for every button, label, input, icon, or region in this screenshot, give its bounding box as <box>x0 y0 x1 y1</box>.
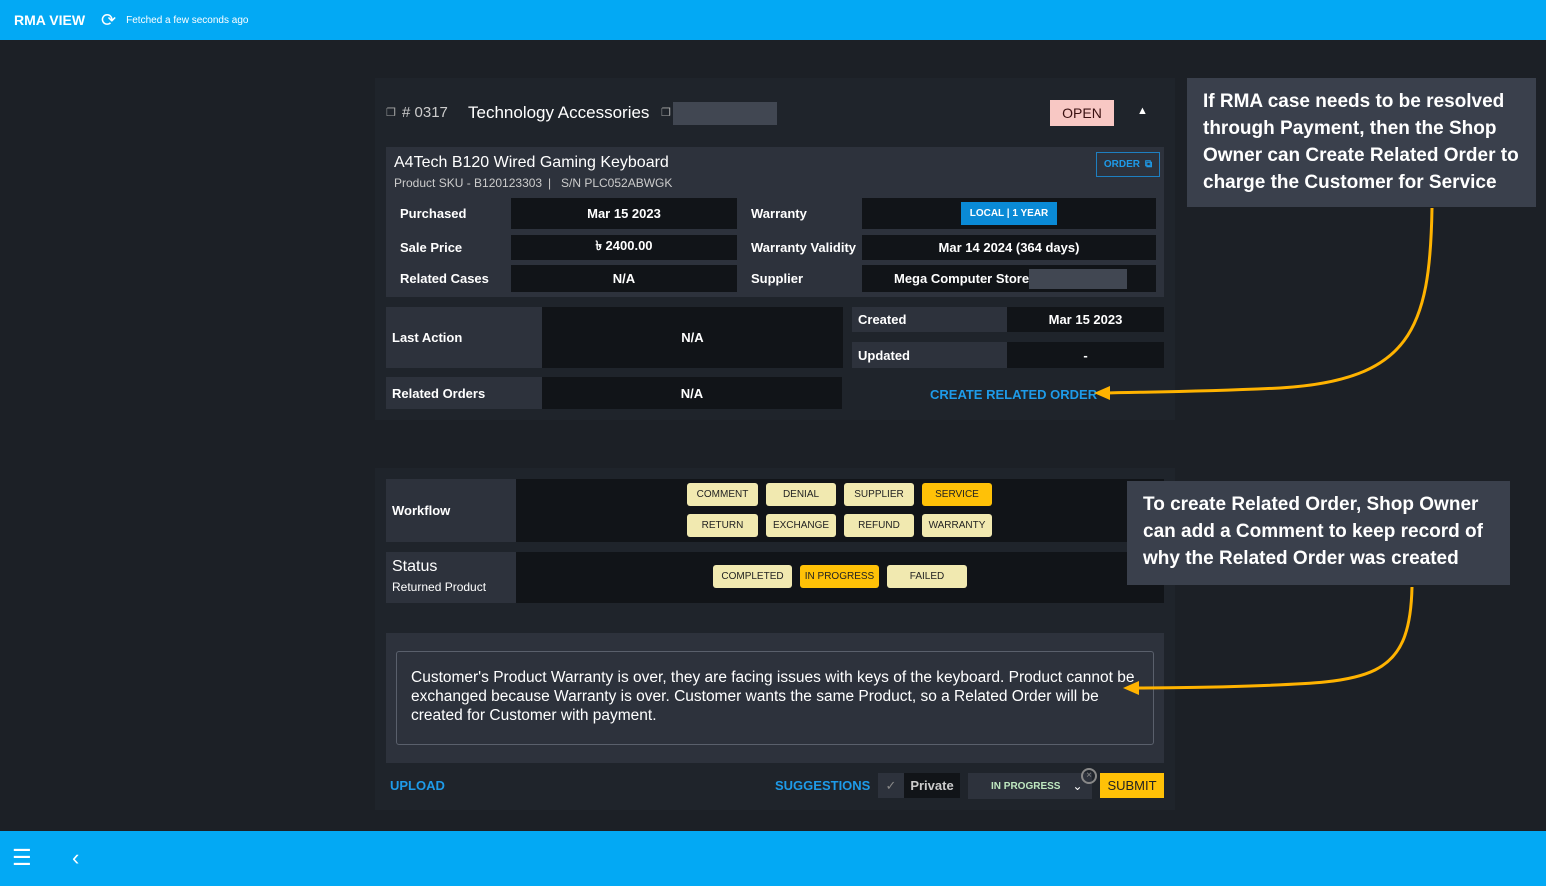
annotation-arrows <box>1094 207 1434 695</box>
menu-icon[interactable]: ☰ <box>12 845 32 871</box>
arrowhead <box>1123 681 1139 695</box>
arrow-to-create-order <box>1104 207 1434 395</box>
bottom-bar: ☰ ‹ <box>0 831 1546 886</box>
back-icon[interactable]: ‹ <box>72 845 79 871</box>
arrow-to-comment <box>1133 586 1414 690</box>
arrowhead <box>1094 386 1110 400</box>
